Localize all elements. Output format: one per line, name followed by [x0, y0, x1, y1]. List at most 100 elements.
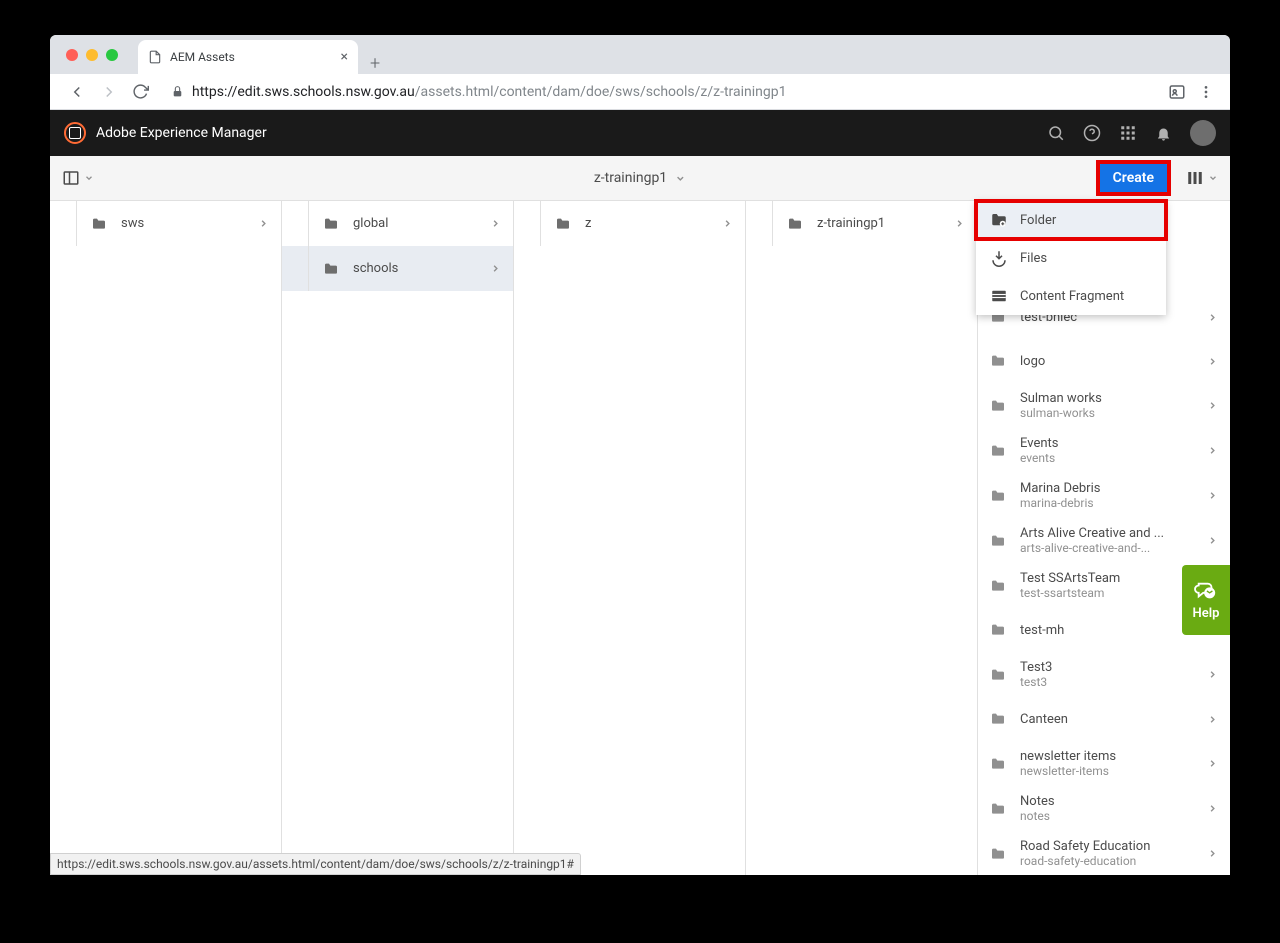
- folder-row[interactable]: Sulman workssulman-works: [978, 383, 1230, 428]
- folder-icon: [555, 216, 571, 232]
- folder-icon: [990, 622, 1006, 638]
- rail-toggle[interactable]: [62, 169, 94, 187]
- column-item-label: z-trainingp1: [817, 216, 885, 231]
- search-icon[interactable]: [1047, 124, 1065, 142]
- chevron-right-icon: [490, 263, 501, 274]
- create-button[interactable]: Create: [1099, 163, 1168, 193]
- folder-name: events: [1020, 451, 1187, 465]
- chevron-right-icon: [722, 218, 733, 229]
- folder-icon: [990, 801, 1006, 817]
- browser-tab[interactable]: AEM Assets ×: [138, 40, 358, 74]
- select-handle[interactable]: [758, 201, 773, 246]
- folder-icon: [990, 353, 1006, 369]
- folder-row[interactable]: Arts Alive Creative and ...arts-alive-cr…: [978, 518, 1230, 563]
- view-switcher[interactable]: [1186, 169, 1218, 187]
- folder-row[interactable]: Road Safety Educationroad-safety-educati…: [978, 831, 1230, 875]
- tab-bar: AEM Assets × +: [138, 35, 380, 74]
- aem-logo[interactable]: [64, 122, 86, 144]
- folder-name: marina-debris: [1020, 496, 1187, 510]
- select-handle[interactable]: [62, 201, 77, 246]
- create-option-files[interactable]: Files: [976, 239, 1166, 277]
- browser-right-icons: [1160, 83, 1222, 101]
- chevron-right-icon: [1207, 669, 1218, 680]
- folder-title: Sulman works: [1020, 391, 1187, 406]
- folder-name: test3: [1020, 675, 1187, 689]
- folder-row[interactable]: newsletter itemsnewsletter-items: [978, 741, 1230, 786]
- address-bar[interactable]: https://edit.sws.schools.nsw.gov.au/asse…: [159, 78, 1160, 106]
- select-handle[interactable]: [294, 201, 309, 246]
- folder-title: Canteen: [1020, 712, 1187, 727]
- column-3: z-trainingp1: [746, 201, 978, 875]
- folder-name: notes: [1020, 809, 1187, 823]
- folder-title: Marina Debris: [1020, 481, 1187, 496]
- column-item[interactable]: sws: [50, 201, 281, 246]
- column-item-label: sws: [121, 216, 144, 231]
- column-item[interactable]: z: [514, 201, 745, 246]
- user-avatar[interactable]: [1190, 120, 1216, 146]
- folder-title: logo: [1020, 354, 1187, 369]
- maximize-window-button[interactable]: [106, 49, 118, 61]
- folder-name: sulman-works: [1020, 406, 1187, 420]
- option-label: Content Fragment: [1020, 289, 1124, 304]
- folder-title: Road Safety Education: [1020, 839, 1187, 854]
- create-option-folder[interactable]: Folder: [976, 201, 1166, 239]
- browser-tab-strip: AEM Assets × +: [50, 35, 1230, 74]
- folder-icon: [91, 216, 107, 232]
- menu-icon[interactable]: [1198, 84, 1214, 100]
- chevron-right-icon: [1207, 535, 1218, 546]
- chevron-right-icon: [258, 218, 269, 229]
- column-1: global schools: [282, 201, 514, 875]
- close-window-button[interactable]: [66, 49, 78, 61]
- breadcrumb[interactable]: z-trainingp1: [594, 170, 686, 186]
- notifications-icon[interactable]: [1155, 125, 1172, 142]
- folder-icon: [990, 533, 1006, 549]
- minimize-window-button[interactable]: [86, 49, 98, 61]
- contact-icon[interactable]: [1168, 83, 1186, 101]
- create-option-content-fragment[interactable]: Content Fragment: [976, 277, 1166, 315]
- folder-row[interactable]: Marina Debrismarina-debris: [978, 473, 1230, 518]
- folder-title: Events: [1020, 436, 1187, 451]
- chevron-right-icon: [1207, 490, 1218, 501]
- page-icon: [148, 50, 162, 64]
- url-host: https://edit.sws.schools.nsw.gov.au: [192, 84, 415, 100]
- folder-icon: [990, 398, 1006, 414]
- option-label: Folder: [1020, 213, 1056, 228]
- address-bar-row: https://edit.sws.schools.nsw.gov.au/asse…: [50, 74, 1230, 110]
- create-dropdown: Folder Files Content Fragment: [976, 201, 1166, 315]
- back-button[interactable]: [68, 83, 86, 101]
- new-tab-button[interactable]: +: [370, 53, 380, 74]
- forward-button[interactable]: [100, 83, 118, 101]
- folder-row[interactable]: Eventsevents: [978, 428, 1230, 473]
- breadcrumb-current: z-trainingp1: [594, 170, 667, 186]
- folder-row[interactable]: Test3test3: [978, 652, 1230, 697]
- folder-name: arts-alive-creative-and-...: [1020, 541, 1187, 555]
- chevron-right-icon: [1207, 445, 1218, 456]
- chevron-right-icon: [1207, 714, 1218, 725]
- column-item-label: z: [585, 216, 591, 231]
- window-controls: [62, 49, 118, 61]
- option-label: Files: [1020, 251, 1047, 266]
- folder-row[interactable]: Notesnotes: [978, 786, 1230, 831]
- help-icon[interactable]: [1083, 124, 1101, 142]
- help-widget[interactable]: Help: [1182, 565, 1230, 635]
- column-item[interactable]: z-trainingp1: [746, 201, 977, 246]
- folder-title: newsletter items: [1020, 749, 1187, 764]
- close-tab-icon[interactable]: ×: [341, 49, 348, 65]
- create-button-highlight: Create: [1099, 163, 1168, 193]
- column-item-label: schools: [353, 261, 398, 276]
- aem-product-name: Adobe Experience Manager: [96, 125, 267, 141]
- folder-row[interactable]: Canteen: [978, 697, 1230, 741]
- tab-title: AEM Assets: [170, 50, 235, 64]
- action-bar-right: Create: [1099, 163, 1218, 193]
- select-handle[interactable]: [526, 201, 541, 246]
- column-item[interactable]: global: [282, 201, 513, 246]
- column-item[interactable]: schools: [282, 246, 513, 291]
- folder-icon: [990, 578, 1006, 594]
- aem-header: Adobe Experience Manager: [50, 110, 1230, 156]
- reload-button[interactable]: [132, 83, 149, 100]
- apps-icon[interactable]: [1119, 124, 1137, 142]
- column-view: sws globalschools z z-trainingp1 test-bh…: [50, 201, 1230, 875]
- folder-icon: [990, 488, 1006, 504]
- select-handle[interactable]: [294, 246, 309, 291]
- folder-row[interactable]: logo: [978, 339, 1230, 383]
